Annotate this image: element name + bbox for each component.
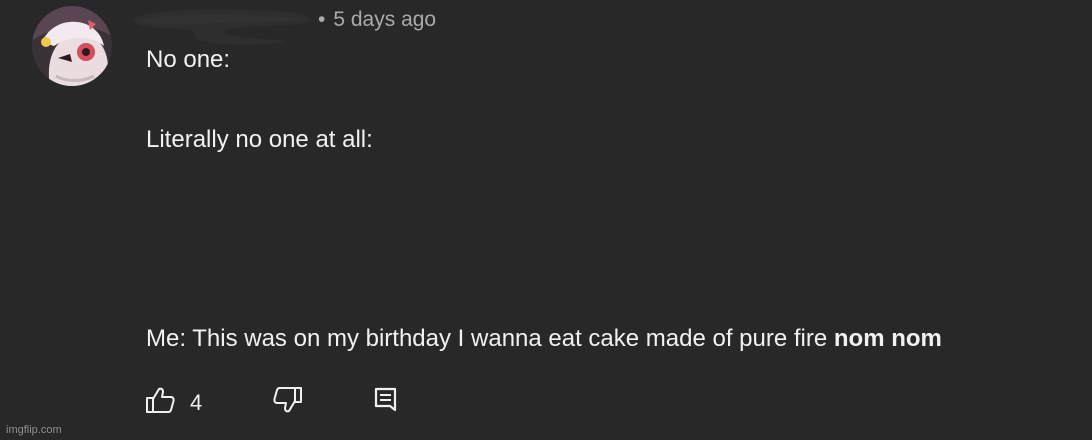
meta-separator: • bbox=[318, 8, 326, 31]
like-button[interactable] bbox=[144, 386, 176, 414]
thumbs-down-icon bbox=[273, 387, 302, 413]
redacted-username bbox=[128, 4, 314, 46]
like-count: 4 bbox=[190, 390, 203, 415]
avatar[interactable] bbox=[32, 6, 112, 86]
avatar-image bbox=[32, 6, 112, 86]
dislike-button[interactable] bbox=[272, 386, 304, 414]
comment-line-1: No one: bbox=[146, 46, 231, 73]
watermark: imgflip.com bbox=[6, 424, 62, 436]
reply-comment-icon bbox=[374, 387, 397, 412]
comment-line-3-bold: nom nom bbox=[833, 325, 942, 352]
comment-timestamp[interactable]: 5 days ago bbox=[333, 8, 436, 31]
comment-line-3-text: Me: This was on my birthday I wanna eat … bbox=[146, 325, 834, 352]
comment-line-2: Literally no one at all: bbox=[146, 126, 373, 153]
comment-line-3: Me: This was on my birthday I wanna eat … bbox=[146, 325, 942, 353]
reply-button[interactable] bbox=[372, 386, 400, 414]
comment-meta: • 5 days ago bbox=[318, 8, 436, 32]
thumbs-up-icon bbox=[146, 387, 175, 413]
